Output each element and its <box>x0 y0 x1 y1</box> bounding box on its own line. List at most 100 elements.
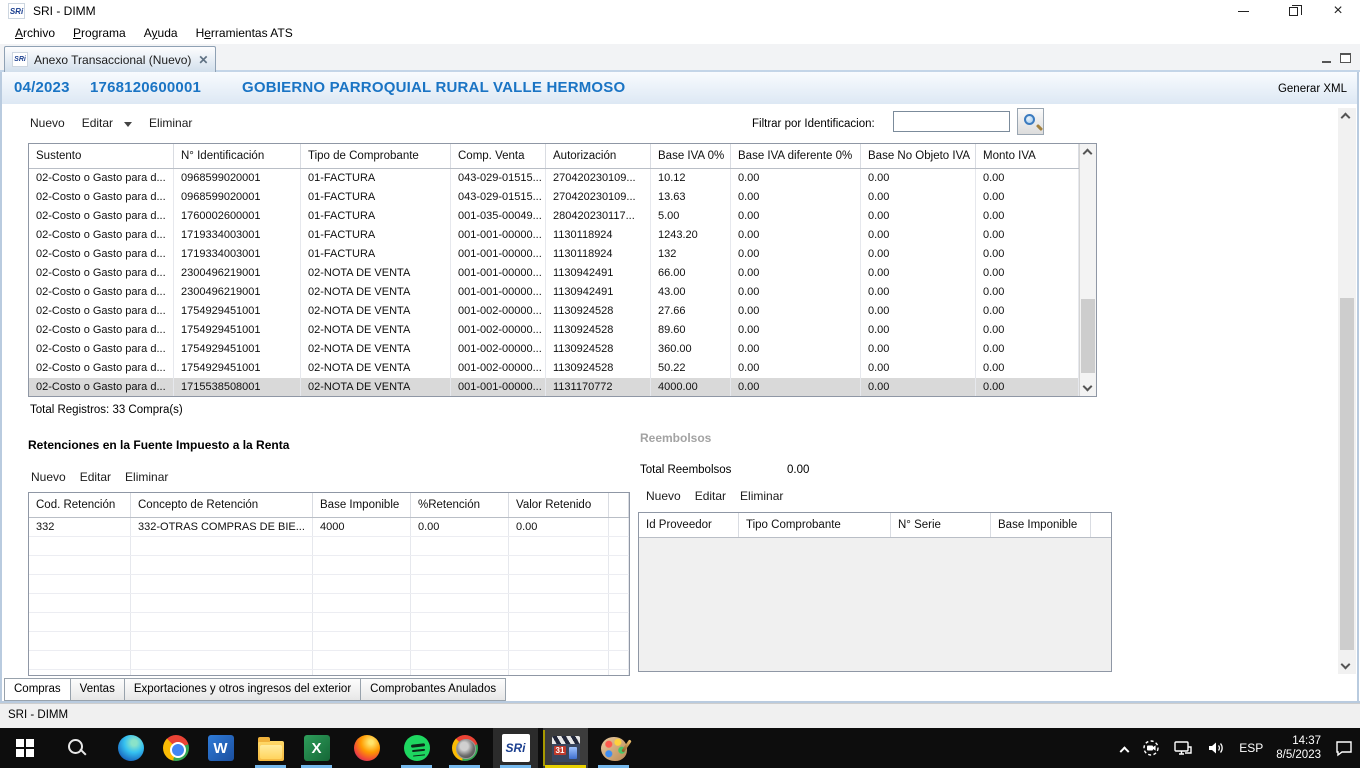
editar-button[interactable]: Editar <box>82 116 113 130</box>
retenciones-editar-button[interactable]: Editar <box>80 470 111 484</box>
purchases-column-header[interactable]: Monto IVA <box>976 144 1079 168</box>
taskbar-chrome-profile-icon[interactable] <box>442 728 487 768</box>
scroll-up-icon[interactable] <box>1083 149 1093 159</box>
tray-meet-now-icon[interactable] <box>1142 739 1160 757</box>
taskbar-paint-icon[interactable] <box>591 728 636 768</box>
tray-chevron-up-icon[interactable] <box>1119 743 1129 753</box>
retenciones-column-header[interactable]: Cod. Retención <box>29 493 131 517</box>
view-scroll-thumb[interactable] <box>1340 298 1354 650</box>
view-scrollbar[interactable] <box>1338 108 1356 674</box>
purchases-column-header[interactable]: Base No Objeto IVA <box>861 144 976 168</box>
close-button[interactable]: × <box>1323 0 1353 22</box>
taskbar-excel-icon[interactable]: X <box>294 728 339 768</box>
total-registros: Total Registros: 33 Compra(s) <box>30 404 183 416</box>
menu-ayuda[interactable]: Ayuda <box>135 24 187 42</box>
taskbar-firefox-icon[interactable] <box>344 728 389 768</box>
bottom-tab-exportaciones[interactable]: Exportaciones y otros ingresos del exter… <box>124 678 361 701</box>
retenciones-column-header[interactable]: Valor Retenido <box>509 493 609 517</box>
reembolsos-editar-button[interactable]: Editar <box>695 489 726 503</box>
purchases-row[interactable]: 02-Costo o Gasto para d...17549294510010… <box>29 340 1079 359</box>
reembolsos-column-header[interactable]: Tipo Comprobante <box>739 513 891 537</box>
view-maximize-icon[interactable] <box>1340 53 1354 64</box>
purchases-row[interactable]: 02-Costo o Gasto para d...17549294510010… <box>29 321 1079 340</box>
taskbar-chrome-icon[interactable] <box>153 728 198 768</box>
bottom-tab-compras[interactable]: Compras <box>4 678 71 701</box>
chevron-down-icon[interactable] <box>124 122 132 127</box>
tray-network-icon[interactable] <box>1173 739 1193 757</box>
cell: 0.00 <box>731 188 861 207</box>
menu-programa[interactable]: Programa <box>64 24 135 42</box>
filter-input[interactable] <box>893 111 1010 132</box>
purchases-column-header[interactable]: Base IVA 0% <box>651 144 731 168</box>
cell: 0.00 <box>731 302 861 321</box>
generar-xml-button[interactable]: Generar XML <box>1278 83 1347 95</box>
bottom-tab-comprobantes[interactable]: Comprobantes Anulados <box>360 678 506 701</box>
purchases-row[interactable]: 02-Costo o Gasto para d...23004962190010… <box>29 264 1079 283</box>
purchases-column-header[interactable]: Autorización <box>546 144 651 168</box>
purchases-column-header[interactable]: Comp. Venta <box>451 144 546 168</box>
cell: 13.63 <box>651 188 731 207</box>
tab-close-icon[interactable]: ✕ <box>198 53 208 67</box>
retenciones-nuevo-button[interactable]: Nuevo <box>31 470 66 484</box>
filter-search-button[interactable] <box>1017 108 1044 135</box>
scroll-up-icon[interactable] <box>1341 113 1351 123</box>
period-value: 04/2023 <box>14 79 70 96</box>
reembolsos-eliminar-button[interactable]: Eliminar <box>740 489 783 503</box>
restore-button[interactable] <box>1278 0 1308 22</box>
taskbar-edge-icon[interactable] <box>108 728 153 768</box>
reembolsos-nuevo-button[interactable]: Nuevo <box>646 489 681 503</box>
purchases-row[interactable]: 02-Costo o Gasto para d...17155385080010… <box>29 378 1079 396</box>
purchases-scroll-thumb[interactable] <box>1081 299 1095 373</box>
purchases-row[interactable]: 02-Costo o Gasto para d...23004962190010… <box>29 283 1079 302</box>
taskbar-sri-icon[interactable]: SRi <box>493 728 538 768</box>
purchases-row[interactable]: 02-Costo o Gasto para d...17193340030010… <box>29 245 1079 264</box>
cell <box>609 518 629 536</box>
retenciones-row[interactable]: 332332-OTRAS COMPRAS DE BIE...40000.000.… <box>29 518 629 537</box>
purchases-table-scrollbar[interactable] <box>1079 144 1096 396</box>
reembolsos-column-header[interactable]: Base Imponible <box>991 513 1091 537</box>
purchases-column-header[interactable]: Sustento <box>29 144 174 168</box>
retenciones-column-header[interactable]: Concepto de Retención <box>131 493 313 517</box>
taskbar-word-icon[interactable]: W <box>198 728 243 768</box>
taskbar-file-explorer-icon[interactable] <box>248 728 293 768</box>
taskbar-dimm-icon[interactable] <box>543 728 588 768</box>
tray-action-center-icon[interactable] <box>1334 739 1354 757</box>
tray-language[interactable]: ESP <box>1239 741 1263 755</box>
scroll-down-icon[interactable] <box>1083 382 1093 392</box>
bottom-tab-ventas[interactable]: Ventas <box>70 678 125 701</box>
total-reembolsos-value: 0.00 <box>787 464 809 476</box>
tray-volume-icon[interactable] <box>1206 739 1226 757</box>
taskbar-search-icon[interactable] <box>53 728 98 768</box>
cell: 02-Costo o Gasto para d... <box>29 359 174 378</box>
purchases-column-header[interactable]: N° Identificación <box>174 144 301 168</box>
purchases-row[interactable]: 02-Costo o Gasto para d...17549294510010… <box>29 302 1079 321</box>
cell: 02-Costo o Gasto para d... <box>29 226 174 245</box>
cell <box>29 651 131 669</box>
menu-herramientas-ats[interactable]: Herramientas ATS <box>187 24 302 42</box>
retenciones-column-header[interactable]: %Retención <box>411 493 509 517</box>
cell: 0.00 <box>731 207 861 226</box>
retenciones-column-header[interactable]: Base Imponible <box>313 493 411 517</box>
view-minimize-icon[interactable] <box>1322 53 1336 64</box>
reembolsos-column-header[interactable]: N° Serie <box>891 513 991 537</box>
taskbar-start-icon[interactable] <box>2 728 47 768</box>
purchases-row[interactable]: 02-Costo o Gasto para d...17600026000010… <box>29 207 1079 226</box>
filter-label: Filtrar por Identificacion: <box>752 118 875 130</box>
taskbar-spotify-icon[interactable] <box>394 728 439 768</box>
eliminar-button[interactable]: Eliminar <box>149 116 192 130</box>
cell: 332 <box>29 518 131 536</box>
menu-archivo[interactable]: Archivo <box>6 24 64 42</box>
minimize-button[interactable] <box>1228 0 1258 22</box>
purchases-row[interactable]: 02-Costo o Gasto para d...09685990200010… <box>29 188 1079 207</box>
purchases-row[interactable]: 02-Costo o Gasto para d...17549294510010… <box>29 359 1079 378</box>
tab-anexo-transaccional[interactable]: SRi Anexo Transaccional (Nuevo) ✕ <box>4 46 216 72</box>
tray-clock[interactable]: 14:37 8/5/2023 <box>1276 734 1321 762</box>
nuevo-button[interactable]: Nuevo <box>30 116 65 130</box>
reembolsos-column-header[interactable]: Id Proveedor <box>639 513 739 537</box>
purchases-column-header[interactable]: Tipo de Comprobante <box>301 144 451 168</box>
purchases-row[interactable]: 02-Costo o Gasto para d...09685990200010… <box>29 169 1079 188</box>
scroll-down-icon[interactable] <box>1341 660 1351 670</box>
purchases-column-header[interactable]: Base IVA diferente 0% <box>731 144 861 168</box>
retenciones-eliminar-button[interactable]: Eliminar <box>125 470 168 484</box>
purchases-row[interactable]: 02-Costo o Gasto para d...17193340030010… <box>29 226 1079 245</box>
